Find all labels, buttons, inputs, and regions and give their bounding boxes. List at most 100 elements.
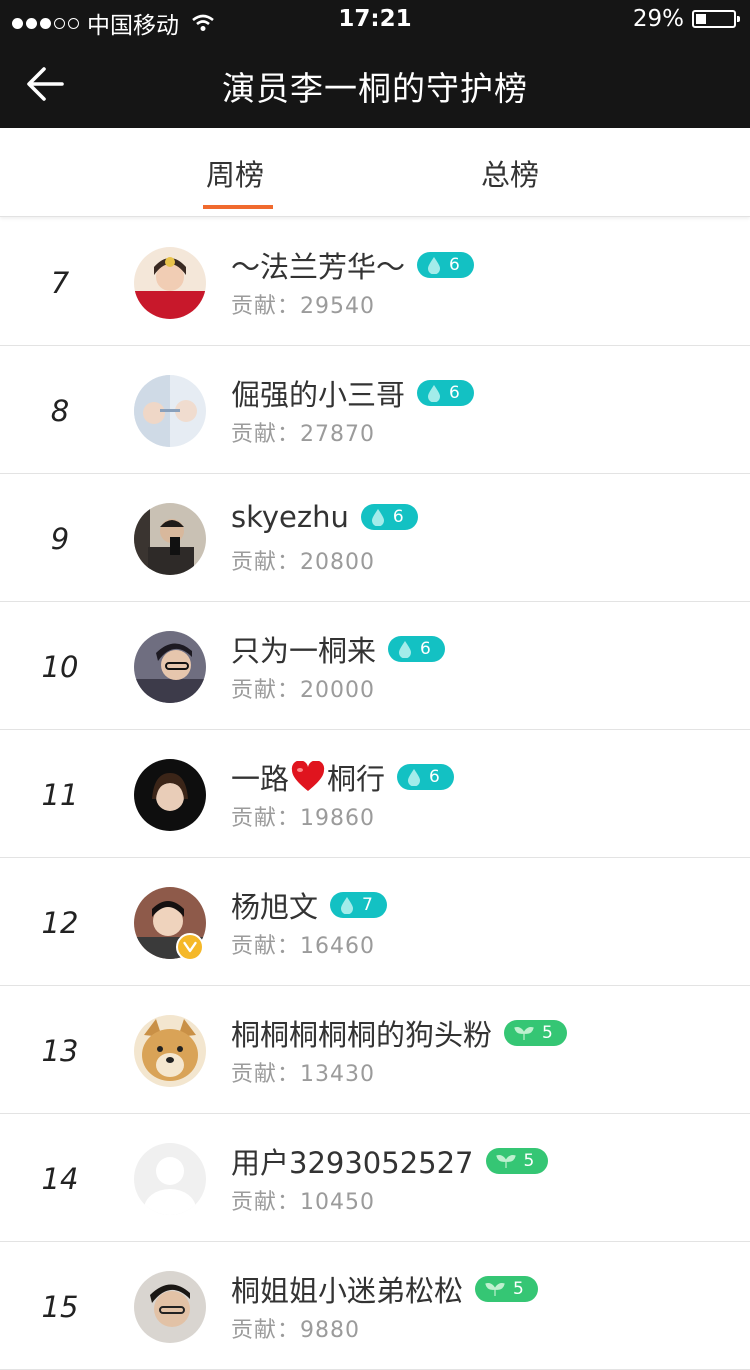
rank-number: 10	[41, 650, 79, 684]
verified-badge-icon	[176, 933, 204, 961]
contribution: 贡献：10450	[231, 1184, 375, 1216]
contribution: 贡献：20800	[231, 544, 375, 576]
active-tab-indicator	[203, 205, 273, 209]
contribution-value: 9880	[300, 1318, 361, 1343]
level-number: 7	[362, 895, 373, 915]
level-badge: 5	[504, 1020, 567, 1046]
contribution: 贡献：27870	[231, 416, 375, 448]
level-badge: 6	[417, 252, 474, 278]
contribution-label: 贡献：	[231, 294, 301, 319]
level-badge: 7	[330, 892, 387, 918]
drop-icon	[428, 257, 441, 274]
list-item[interactable]: 7 ～法兰芳华～ 6 贡献：29540	[0, 218, 750, 346]
list-item[interactable]: 9 skyezhu 6 贡献：20800	[0, 474, 750, 602]
list-item[interactable]: 12 杨旭文 7 贡献：16460	[0, 858, 750, 986]
ranking-list: 7 ～法兰芳华～ 6 贡献：29540 8 倔强的小三哥 6 贡献：27870 …	[0, 218, 750, 1370]
level-badge: 6	[397, 764, 454, 790]
level-number: 6	[420, 639, 431, 659]
contribution-value: 20800	[300, 550, 376, 575]
contribution: 贡献：29540	[231, 288, 375, 320]
navigation-bar: 演员李一桐的守护榜	[0, 40, 750, 128]
avatar[interactable]	[134, 1143, 206, 1215]
leaf-icon	[485, 1283, 505, 1296]
user-name: 桐桐桐桐桐的狗头粉	[231, 1018, 493, 1052]
name-line: ～法兰芳华～ 6	[231, 244, 474, 286]
rank-number: 8	[50, 394, 70, 428]
level-number: 6	[392, 507, 404, 527]
name-line: 一路 桐行 6	[231, 756, 454, 798]
contribution-label: 贡献：	[231, 422, 301, 447]
contribution-label: 贡献：	[231, 550, 301, 575]
contribution: 贡献：13430	[231, 1056, 375, 1088]
list-item[interactable]: 8 倔强的小三哥 6 贡献：27870	[0, 346, 750, 474]
contribution-label: 贡献：	[231, 934, 301, 959]
name-line: 杨旭文 7	[231, 884, 387, 926]
leaf-icon	[514, 1027, 534, 1040]
avatar[interactable]	[134, 503, 206, 575]
user-name: 桐姐姐小迷弟松松	[231, 1274, 464, 1308]
drop-icon	[371, 509, 384, 526]
drop-icon	[399, 641, 412, 658]
drop-icon	[341, 897, 354, 914]
avatar[interactable]	[134, 375, 206, 447]
avatar[interactable]	[134, 631, 206, 703]
user-name-start: 一路	[231, 762, 290, 796]
user-name: 只为一桐来	[231, 634, 377, 668]
user-name: ～法兰芳华～	[231, 250, 406, 284]
avatar[interactable]	[134, 1271, 206, 1343]
rank-number: 13	[41, 1034, 79, 1068]
user-name: 杨旭文	[231, 890, 319, 924]
user-name-end: 桐行	[327, 762, 386, 796]
contribution-value: 10450	[300, 1190, 376, 1215]
status-right: 29%	[632, 6, 740, 32]
contribution-label: 贡献：	[231, 1318, 301, 1343]
avatar[interactable]	[134, 1015, 206, 1087]
level-number: 5	[513, 1279, 524, 1299]
status-bar: 中国移动 17:21 29%	[0, 0, 750, 40]
level-number: 6	[449, 383, 460, 403]
list-item[interactable]: 11 一路 桐行 6 贡献：19860	[0, 730, 750, 858]
tab-total[interactable]: 总榜	[481, 152, 539, 194]
battery-percent: 29%	[632, 6, 684, 32]
name-line: 桐姐姐小迷弟松松 5	[231, 1268, 538, 1310]
contribution-label: 贡献：	[231, 806, 301, 831]
tab-weekly[interactable]: 周榜	[206, 152, 264, 194]
user-name: 用户3293052527	[231, 1146, 474, 1180]
contribution-value: 19860	[300, 806, 376, 831]
level-badge: 6	[360, 504, 418, 530]
name-line: skyezhu 6	[231, 500, 418, 534]
tab-bar: 周榜 总榜	[0, 128, 750, 217]
contribution-value: 20000	[300, 678, 376, 703]
level-badge: 6	[417, 380, 474, 406]
contribution: 贡献：20000	[231, 672, 375, 704]
drop-icon	[408, 769, 421, 786]
name-line: 桐桐桐桐桐的狗头粉 5	[231, 1012, 567, 1054]
contribution: 贡献：16460	[231, 928, 375, 960]
leaf-icon	[495, 1155, 516, 1168]
drop-icon	[428, 385, 441, 402]
contribution-value: 16460	[300, 934, 376, 959]
avatar[interactable]	[134, 759, 206, 831]
list-item[interactable]: 14 用户3293052527 5 贡献：10450	[0, 1114, 750, 1242]
level-badge: 5	[485, 1148, 549, 1174]
level-number: 5	[523, 1151, 535, 1171]
name-line: 倔强的小三哥 6	[231, 372, 474, 414]
rank-number: 7	[50, 266, 70, 300]
contribution-value: 27870	[300, 422, 376, 447]
rank-number: 9	[50, 522, 70, 556]
contribution-label: 贡献：	[231, 1062, 301, 1087]
contribution: 贡献：9880	[231, 1312, 360, 1344]
contribution-value: 29540	[300, 294, 376, 319]
level-number: 6	[449, 255, 460, 275]
avatar[interactable]	[134, 247, 206, 319]
level-badge: 5	[475, 1276, 538, 1302]
level-badge: 6	[388, 636, 445, 662]
name-line: 用户3293052527 5	[231, 1140, 549, 1182]
rank-number: 15	[41, 1290, 79, 1324]
contribution-value: 13430	[300, 1062, 376, 1087]
list-item[interactable]: 15 桐姐姐小迷弟松松 5 贡献：9880	[0, 1242, 750, 1370]
rank-number: 14	[41, 1162, 79, 1196]
list-item[interactable]: 10 只为一桐来 6 贡献：20000	[0, 602, 750, 730]
page-title: 演员李一桐的守护榜	[222, 69, 528, 108]
list-item[interactable]: 13 桐桐桐桐桐的狗头粉 5 贡献：13430	[0, 986, 750, 1114]
